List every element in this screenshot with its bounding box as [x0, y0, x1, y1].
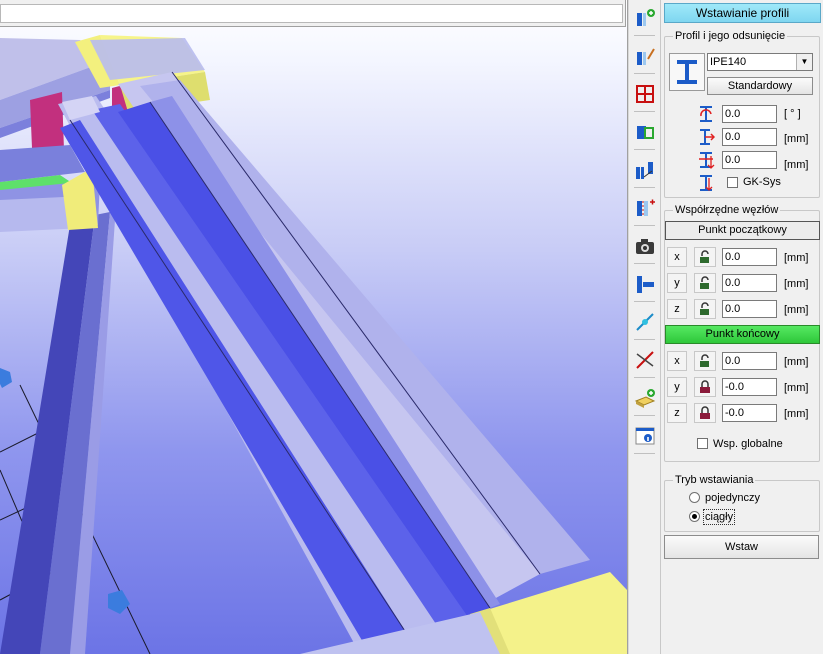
start-z-axis-label: z: [667, 299, 687, 319]
grid-icon[interactable]: [631, 79, 658, 112]
profile-group: Profil i jego odsunięcie IPE140 ▼ Standa…: [664, 29, 820, 198]
start-point-button[interactable]: Punkt początkowy: [665, 221, 820, 240]
end-z-input[interactable]: -0.0: [722, 404, 777, 422]
start-z-input[interactable]: 0.0: [722, 300, 777, 318]
end-x-unit: [mm]: [784, 356, 809, 368]
profile-group-label: Profil i jego odsunięcie: [673, 29, 788, 43]
global-coords-label: Wsp. globalne: [713, 438, 783, 450]
start-y-axis-label: y: [667, 273, 687, 293]
end-y-unit: [mm]: [784, 382, 809, 394]
node-coordinates-group: Współrzędne węzłów Punkt początkowy x 0.…: [664, 203, 820, 462]
panel-title: Wstawianie profili: [664, 3, 821, 23]
insert-mode-group: Tryb wstawiania pojedynczy ciągły: [664, 473, 820, 532]
i-beam-icon: [677, 60, 697, 84]
unlock-icon[interactable]: [694, 351, 716, 371]
lock-icon[interactable]: [694, 377, 716, 397]
end-y-axis-label: y: [667, 377, 687, 397]
connect-icon[interactable]: [631, 117, 658, 150]
gk-sys-checkbox[interactable]: [727, 177, 738, 188]
profile-shape-button[interactable]: [669, 53, 705, 91]
edit-profile-icon[interactable]: [631, 41, 658, 74]
chevron-down-icon[interactable]: ▼: [796, 54, 812, 70]
horizontal-offset-input[interactable]: 0.0: [722, 128, 777, 146]
start-x-axis-label: x: [667, 247, 687, 267]
mode-continuous-radio[interactable]: [689, 511, 700, 522]
horizontal-offset-icon: [695, 126, 717, 147]
start-x-input[interactable]: 0.0: [722, 248, 777, 266]
vertical-offset-unit: [mm]: [784, 159, 809, 171]
vertical-offset-input[interactable]: 0.0: [722, 151, 777, 169]
unlock-icon[interactable]: [694, 247, 716, 267]
profile-end-icon[interactable]: [631, 269, 658, 302]
gk-sys-label: GK-Sys: [743, 176, 781, 188]
cut-icon[interactable]: [631, 345, 658, 378]
mode-single-label: pojedynczy: [705, 492, 761, 504]
rotation-unit: [ ° ]: [784, 108, 801, 120]
mode-single-radio[interactable]: [689, 492, 700, 503]
place-profile-icon[interactable]: [631, 155, 658, 188]
end-point-button[interactable]: Punkt końcowy: [665, 325, 820, 344]
lock-icon[interactable]: [694, 403, 716, 423]
add-plate-icon[interactable]: [631, 383, 658, 416]
3d-model-view[interactable]: [0, 0, 627, 654]
end-x-input[interactable]: 0.0: [722, 352, 777, 370]
start-y-input[interactable]: 0.0: [722, 274, 777, 292]
profile-select-value: IPE140: [710, 56, 747, 68]
start-x-unit: [mm]: [784, 252, 809, 264]
camera-icon[interactable]: [631, 231, 658, 264]
insert-button[interactable]: Wstaw: [664, 535, 819, 559]
unlock-icon[interactable]: [694, 273, 716, 293]
info-icon[interactable]: [631, 421, 658, 454]
insert-profile-panel: Wstawianie profili Profil i jego odsunię…: [661, 0, 823, 654]
viewport-title-field: [0, 4, 623, 23]
end-z-axis-label: z: [667, 403, 687, 423]
end-y-input[interactable]: -0.0: [722, 378, 777, 396]
rotation-input[interactable]: 0.0: [722, 105, 777, 123]
rotation-icon: [695, 103, 717, 124]
vertical-toolbar: [629, 0, 661, 654]
profile-select[interactable]: IPE140 ▼: [707, 53, 813, 71]
mode-continuous-label: ciągły: [702, 509, 736, 525]
start-y-unit: [mm]: [784, 278, 809, 290]
unlock-icon[interactable]: [694, 299, 716, 319]
end-z-unit: [mm]: [784, 408, 809, 420]
global-coords-checkbox[interactable]: [697, 438, 708, 449]
insert-mode-label: Tryb wstawiania: [673, 473, 756, 487]
node-coordinates-label: Współrzędne węzłów: [673, 203, 781, 217]
measure-icon[interactable]: [631, 307, 658, 340]
insert-profile-icon[interactable]: [631, 3, 658, 36]
standard-button[interactable]: Standardowy: [707, 77, 813, 95]
vertical-offset-icon: [695, 149, 717, 170]
gk-sys-icon: [695, 172, 717, 193]
viewport-header-bar: [0, 0, 626, 27]
start-z-unit: [mm]: [784, 304, 809, 316]
steel-structure-scene: [0, 35, 627, 654]
end-x-axis-label: x: [667, 351, 687, 371]
split-profile-icon[interactable]: [631, 193, 658, 226]
horizontal-offset-unit: [mm]: [784, 133, 809, 145]
